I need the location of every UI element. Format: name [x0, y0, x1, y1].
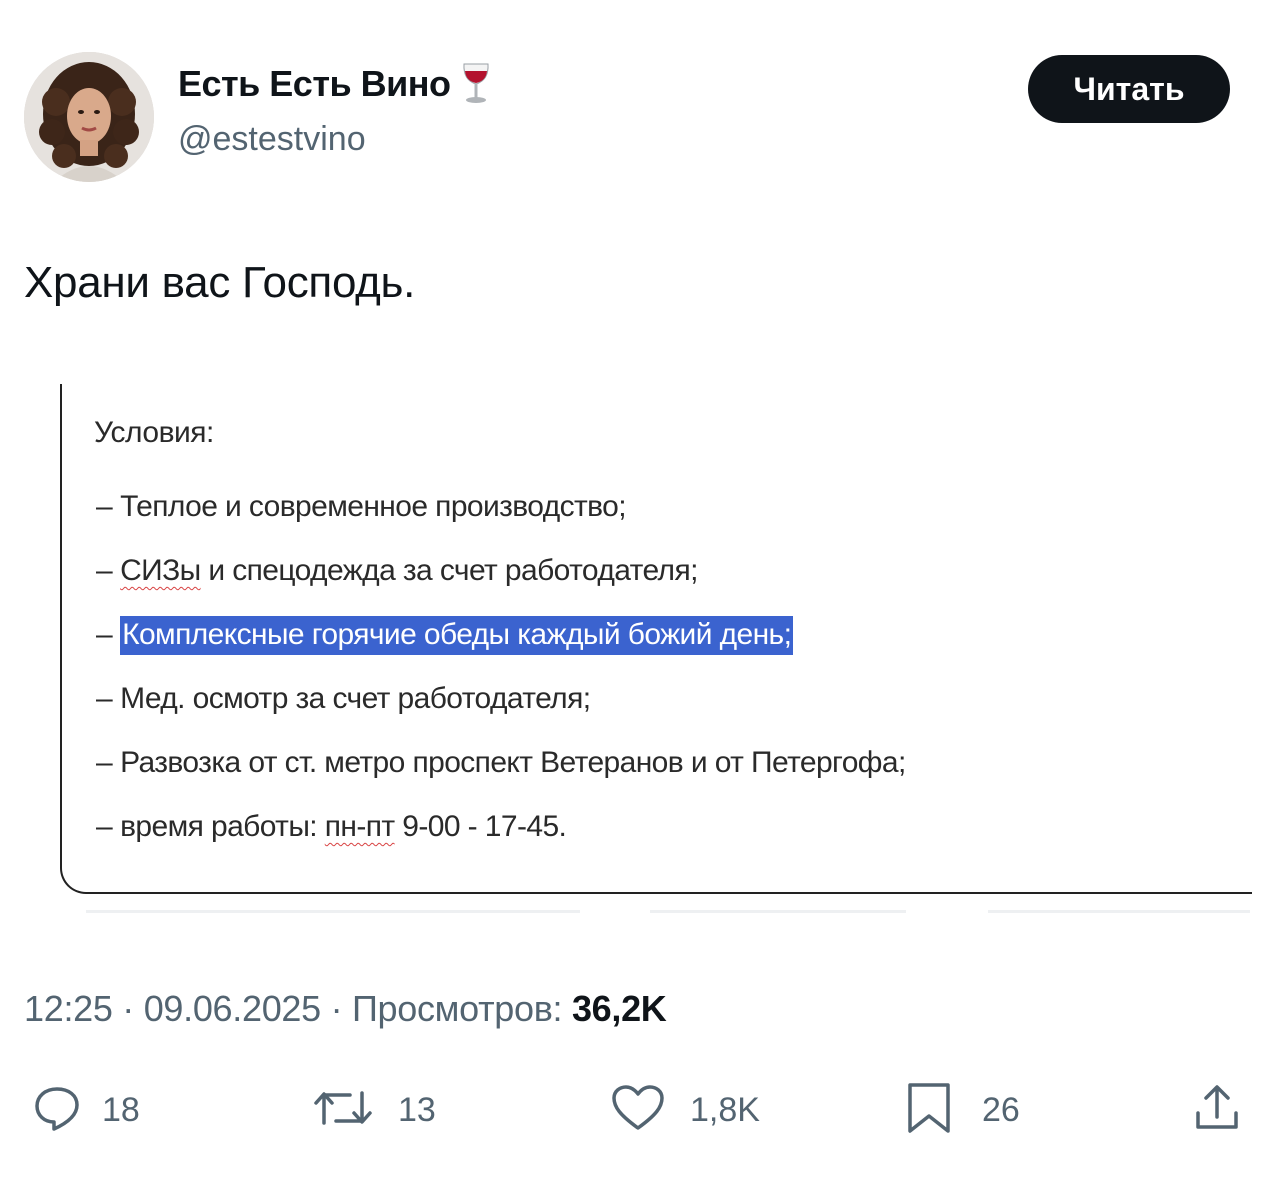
media-line: – время работы: пн-пт 9-00 - 17-45. — [96, 810, 567, 843]
avatar[interactable] — [24, 52, 154, 182]
reply-icon — [32, 1083, 82, 1138]
text-selection: Комплексные горячие обеды каждый божий д… — [120, 616, 794, 655]
media-divider — [988, 910, 1250, 913]
author-handle[interactable]: @estestvino — [178, 120, 366, 159]
repost-button[interactable]: 13 — [312, 1080, 436, 1140]
reply-count: 18 — [102, 1090, 140, 1129]
media-line: – СИЗы и спецодежда за счет работодателя; — [96, 554, 698, 587]
follow-button[interactable]: Читать — [1028, 55, 1230, 123]
tweet-text: Храни вас Господь. — [24, 258, 416, 307]
media-line: – Теплое и современное производство; — [96, 490, 627, 523]
views-count: 36,2K — [571, 988, 667, 1029]
repost-count: 13 — [398, 1090, 436, 1129]
tweet-date[interactable]: 09.06.2025 — [144, 988, 321, 1029]
like-count: 1,8K — [690, 1090, 760, 1129]
author-name-row[interactable]: Есть Есть Вино — [178, 62, 494, 106]
wine-glass-icon — [458, 62, 494, 106]
media-divider — [86, 910, 580, 913]
bookmark-button[interactable]: 26 — [904, 1080, 1020, 1140]
tweet-time[interactable]: 12:25 — [24, 988, 113, 1029]
heart-icon — [610, 1083, 666, 1138]
tweet-meta: 12:25 · 09.06.2025 · Просмотров: 36,2K — [24, 988, 667, 1029]
media-conditions-title: Условия: — [94, 416, 214, 449]
display-name[interactable]: Есть Есть Вино — [178, 63, 451, 105]
avatar-photo — [24, 52, 154, 182]
media-line: – Мед. осмотр за счет работодателя; — [96, 682, 591, 715]
like-button[interactable]: 1,8K — [610, 1080, 760, 1140]
share-button[interactable] — [1192, 1080, 1242, 1140]
action-bar: 18 13 1,8K 26 — [0, 1080, 1280, 1140]
share-icon — [1192, 1083, 1242, 1138]
reply-button[interactable]: 18 — [32, 1080, 140, 1140]
media-line: – Развозка от ст. метро проспект Ветерано… — [96, 746, 906, 779]
bookmark-icon — [904, 1081, 954, 1140]
tweet-media-image[interactable]: Условия: – Теплое и современное производс… — [60, 384, 1252, 913]
repost-icon — [312, 1083, 374, 1138]
media-divider — [650, 910, 906, 913]
media-line-highlighted: – Комплексные горячие обеды каждый божий … — [96, 616, 794, 655]
bookmark-count: 26 — [982, 1090, 1020, 1129]
views-label: Просмотров: — [351, 988, 572, 1029]
